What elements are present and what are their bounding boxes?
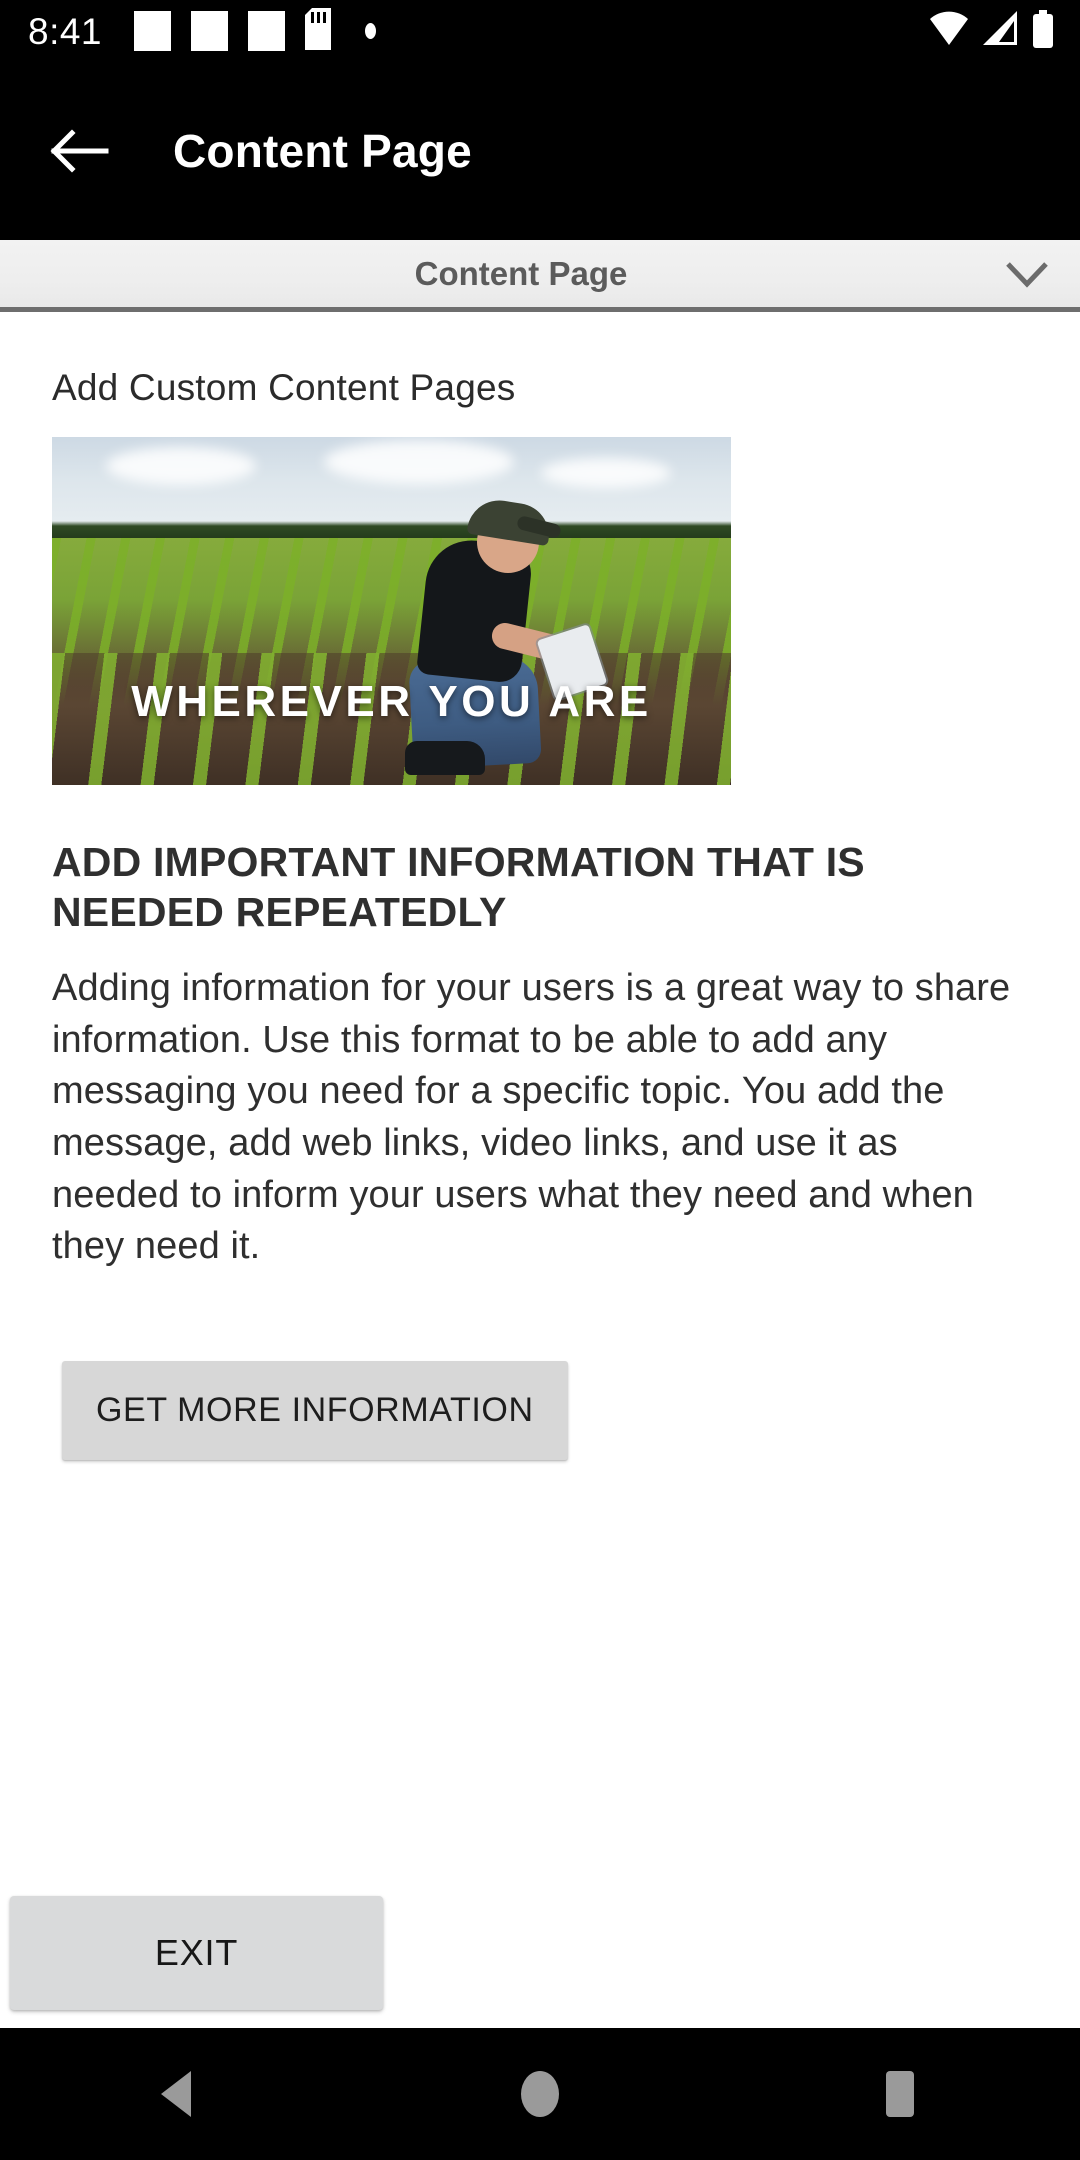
chevron-down-icon[interactable] <box>982 260 1072 288</box>
notification-square-icon <box>134 11 172 51</box>
exit-wrapper: EXIT <box>10 1896 383 2010</box>
battery-icon <box>1032 9 1054 53</box>
nav-back-triangle-icon[interactable] <box>120 2028 240 2160</box>
hero-image: WHEREVER YOU ARE <box>52 437 731 785</box>
status-clock: 8:41 <box>28 10 103 52</box>
nav-recents-square-icon[interactable] <box>840 2028 960 2160</box>
nav-home-circle-icon[interactable] <box>480 2028 600 2160</box>
back-arrow-icon[interactable] <box>40 112 118 190</box>
notification-square-icon <box>248 11 286 51</box>
hero-overlay-text: WHEREVER YOU ARE <box>131 677 652 727</box>
status-left-icons <box>134 7 377 55</box>
app-bar: Content Page <box>0 62 1080 240</box>
get-more-information-button[interactable]: GET MORE INFORMATION <box>62 1361 568 1461</box>
cta-wrapper: GET MORE INFORMATION <box>52 1361 1028 1461</box>
wifi-icon <box>928 11 970 52</box>
android-nav-bar <box>0 2028 1080 2160</box>
sd-card-icon <box>305 7 332 55</box>
farmer-boot <box>405 740 486 775</box>
dropdown-selected-label: Content Page <box>414 254 628 292</box>
status-bar: 8:41 <box>0 0 1080 62</box>
hero-farmer-figure <box>405 475 620 775</box>
dot-icon <box>365 23 377 39</box>
body-text: Adding information for your users is a g… <box>52 967 1011 1268</box>
exit-button[interactable]: EXIT <box>10 1896 383 2010</box>
section-title: Add Custom Content Pages <box>52 367 516 408</box>
body-heading: ADD IMPORTANT INFORMATION THAT IS NEEDED… <box>52 839 865 936</box>
phone-screen: 8:41 Content Page Content Page Add Custo… <box>0 0 1080 2160</box>
cellular-signal-icon <box>981 10 1021 52</box>
content-page-dropdown[interactable]: Content Page <box>0 240 1080 312</box>
content-area: Add Custom Content Pages WHEREVER YOU AR… <box>0 312 1080 2028</box>
status-right-icons <box>928 9 1054 53</box>
notification-square-icon <box>191 11 229 51</box>
page-title: Content Page <box>173 125 472 177</box>
